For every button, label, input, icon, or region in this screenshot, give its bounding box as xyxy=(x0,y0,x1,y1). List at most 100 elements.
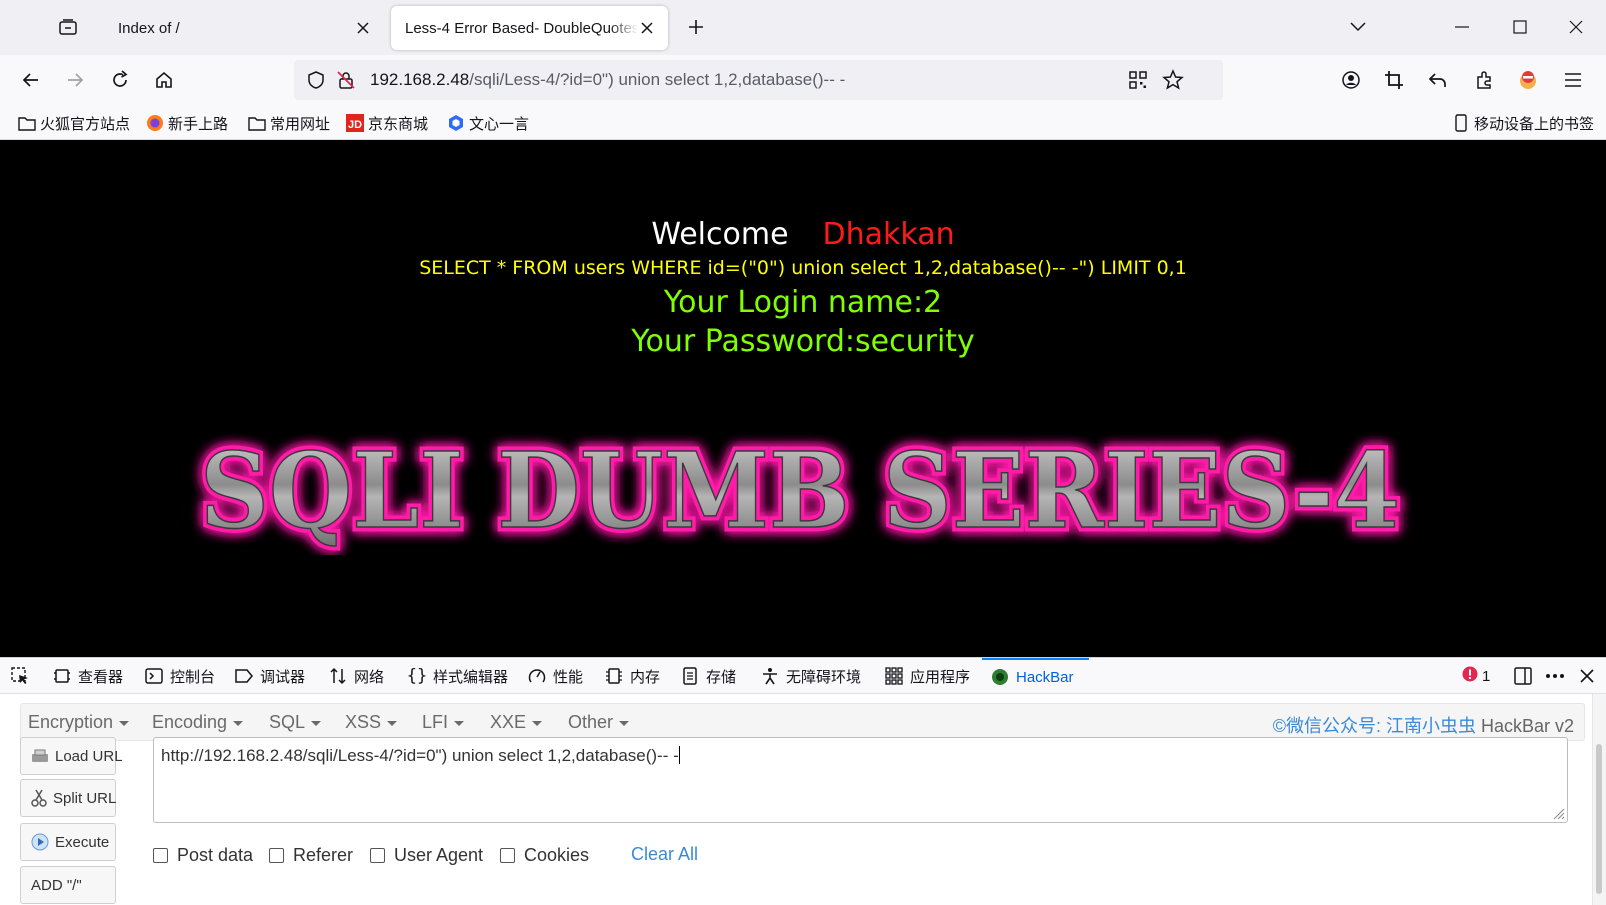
extensions-icon[interactable] xyxy=(1468,64,1500,96)
tab-accessibility[interactable]: 无障碍环境 xyxy=(760,658,861,694)
menu-encryption[interactable]: Encryption xyxy=(28,712,130,733)
error-counter[interactable]: 1 xyxy=(1462,665,1490,687)
shield-icon[interactable] xyxy=(306,70,326,95)
close-icon[interactable] xyxy=(638,19,656,37)
clear-all-link[interactable]: Clear All xyxy=(631,844,698,865)
console-icon xyxy=(144,666,164,686)
svg-text:JD: JD xyxy=(348,119,362,131)
wenxin-icon xyxy=(447,114,465,132)
bookmark-item[interactable]: JD 京东商城 xyxy=(346,112,428,134)
tab-list-icon[interactable] xyxy=(54,13,82,41)
execute-button[interactable]: Execute xyxy=(20,823,116,861)
tab-less4[interactable]: Less-4 Error Based- DoubleQuotes xyxy=(391,6,668,50)
bookmark-label: 火狐官方站点 xyxy=(40,115,131,133)
post-data-checkbox[interactable]: Post data xyxy=(153,844,253,866)
referer-checkbox[interactable]: Referer xyxy=(269,844,353,866)
tab-label: 性能 xyxy=(553,668,584,686)
bookmark-item[interactable]: 火狐官方站点 xyxy=(18,112,130,134)
tab-console[interactable]: 控制台 xyxy=(144,658,215,694)
page-viewport: Welcome Dhakkan SELECT * FROM users WHERE… xyxy=(0,140,1606,657)
home-icon[interactable] xyxy=(148,64,180,96)
close-icon[interactable] xyxy=(354,19,372,37)
tab-network[interactable]: 网络 xyxy=(328,658,384,694)
text-cursor xyxy=(678,746,680,764)
split-url-button[interactable]: Split URL xyxy=(20,779,116,817)
bookmark-star-icon[interactable] xyxy=(1162,69,1184,96)
tab-index[interactable]: Index of / xyxy=(104,6,384,50)
menu-xxe[interactable]: XXE xyxy=(490,712,543,733)
checkbox-box[interactable] xyxy=(500,847,515,863)
menu-label: XSS xyxy=(345,712,382,732)
welcome-text: Welcome xyxy=(651,217,789,252)
menu-label: XXE xyxy=(490,712,527,732)
menu-xss[interactable]: XSS xyxy=(345,712,398,733)
window-close-icon[interactable] xyxy=(1558,10,1594,44)
url-textarea[interactable]: http://192.168.2.48/sqli/Less-4/?id=0") … xyxy=(153,737,1568,823)
tab-memory[interactable]: 内存 xyxy=(604,658,660,694)
jd-icon: JD xyxy=(346,114,364,132)
mobile-bookmarks-label: 移动设备上的书签 xyxy=(1474,115,1595,133)
close-devtools-icon[interactable] xyxy=(1580,665,1594,687)
tab-inspector[interactable]: 查看器 xyxy=(52,658,123,694)
screenshot-crop-icon[interactable] xyxy=(1378,64,1410,96)
menu-lfi[interactable]: LFI xyxy=(422,712,465,733)
address-bar[interactable]: 192.168.2.48/sqli/Less-4/?id=0") union s… xyxy=(294,60,1223,100)
tab-debugger[interactable]: 调试器 xyxy=(234,658,305,694)
user-agent-checkbox[interactable]: User Agent xyxy=(370,844,483,866)
cookies-checkbox[interactable]: Cookies xyxy=(500,844,589,866)
more-options-icon[interactable] xyxy=(1545,665,1565,687)
tab-label: 内存 xyxy=(630,668,661,686)
back-icon[interactable] xyxy=(15,64,47,96)
style-editor-icon: {} xyxy=(406,666,428,686)
tab-label: 调试器 xyxy=(260,668,306,686)
menu-icon[interactable] xyxy=(1557,64,1589,96)
url-text[interactable]: 192.168.2.48/sqli/Less-4/?id=0") union s… xyxy=(370,70,845,90)
tab-label: 查看器 xyxy=(78,668,124,686)
tab-style-editor[interactable]: {} 样式编辑器 xyxy=(407,658,508,694)
minimize-icon[interactable] xyxy=(1444,10,1480,44)
add-slash-button[interactable]: ADD "/" xyxy=(20,866,116,904)
debugger-icon xyxy=(234,666,254,686)
reload-icon[interactable] xyxy=(104,64,136,96)
bookmark-item[interactable]: 新手上路 xyxy=(146,112,228,134)
bookmark-label: 文心一言 xyxy=(469,115,530,133)
chevron-down-icon[interactable] xyxy=(1340,10,1376,44)
menu-other[interactable]: Other xyxy=(568,712,630,733)
browser-window: Index of / Less-4 Error Based- DoubleQuo… xyxy=(0,0,1606,905)
checkbox-box[interactable] xyxy=(153,847,168,863)
account-icon[interactable] xyxy=(1335,64,1367,96)
maximize-icon[interactable] xyxy=(1502,10,1538,44)
sql-query-text: SELECT * FROM users WHERE id=("0") union… xyxy=(419,257,1187,279)
resize-grip-icon[interactable] xyxy=(1551,806,1565,820)
mobile-bookmarks[interactable]: 移动设备上的书签 xyxy=(1452,112,1594,134)
insecure-lock-icon[interactable] xyxy=(336,70,356,95)
scrollbar-thumb[interactable] xyxy=(1596,744,1602,894)
checkbox-box[interactable] xyxy=(269,847,284,863)
button-label: Split URL xyxy=(53,789,117,807)
load-url-button[interactable]: Load URL xyxy=(20,737,123,775)
dock-side-icon[interactable] xyxy=(1513,665,1533,687)
devtools-scrollbar[interactable] xyxy=(1592,694,1606,905)
menu-sql[interactable]: SQL xyxy=(269,712,322,733)
checkbox-box[interactable] xyxy=(370,847,385,863)
new-tab-icon[interactable] xyxy=(682,13,710,41)
forward-icon[interactable] xyxy=(59,64,91,96)
checkbox-label: User Agent xyxy=(394,844,484,865)
credit-suffix: HackBar v2 xyxy=(1475,716,1574,736)
menu-label: Encryption xyxy=(28,712,114,732)
menu-encoding[interactable]: Encoding xyxy=(152,712,244,733)
undo-icon[interactable] xyxy=(1422,64,1454,96)
bookmark-item[interactable]: 常用网址 xyxy=(248,112,330,134)
tab-label: HackBar xyxy=(1016,668,1074,686)
tab-hackbar[interactable]: HackBar xyxy=(982,658,1089,694)
qr-code-icon[interactable] xyxy=(1128,70,1148,95)
element-picker-icon[interactable] xyxy=(10,658,30,694)
button-label: Execute xyxy=(55,833,110,851)
bookmark-item[interactable]: 文心一言 xyxy=(447,112,529,134)
menu-label: LFI xyxy=(422,712,449,732)
tab-application[interactable]: 应用程序 xyxy=(884,658,970,694)
folder-icon xyxy=(18,114,36,132)
tab-storage[interactable]: 存储 xyxy=(680,658,736,694)
tab-performance[interactable]: 性能 xyxy=(527,658,583,694)
profile-avatar-icon[interactable] xyxy=(1512,64,1544,96)
